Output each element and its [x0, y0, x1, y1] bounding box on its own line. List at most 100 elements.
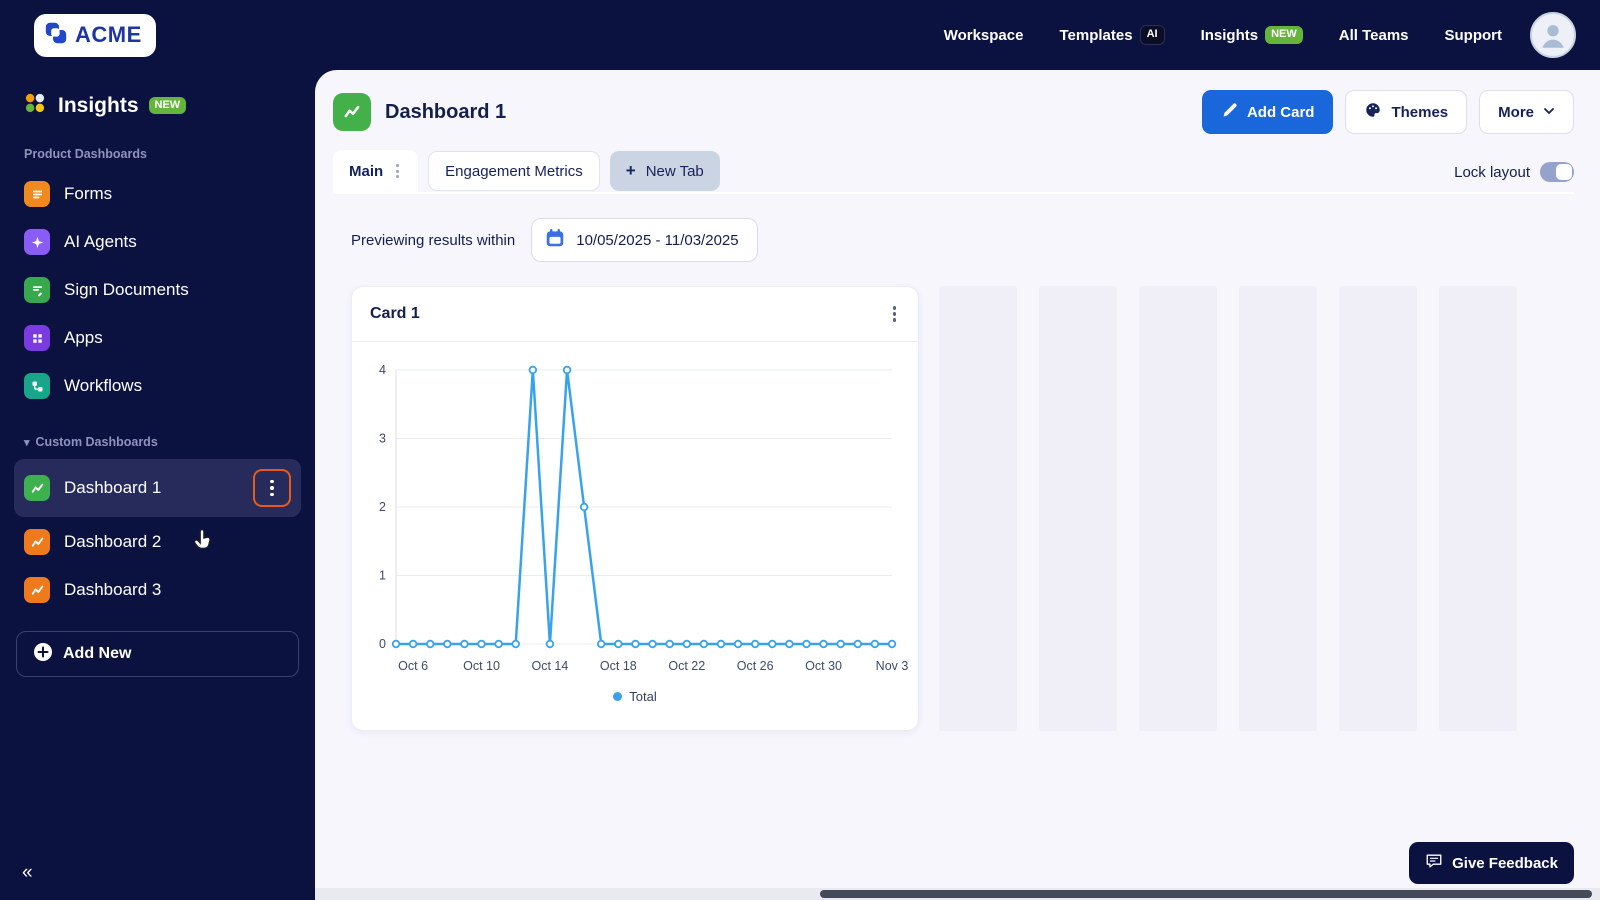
sidebar-item-label: Sign Documents: [64, 280, 189, 299]
grid-placeholder: [1439, 286, 1517, 731]
feedback-bubble-icon: [1425, 852, 1443, 874]
new-tab-button[interactable]: + New Tab: [609, 151, 720, 191]
more-button[interactable]: More: [1479, 90, 1574, 134]
insights-app-icon: [22, 90, 48, 121]
lock-layout-control: Lock layout: [1454, 162, 1574, 192]
sign-documents-icon: [24, 277, 50, 303]
svg-text:1: 1: [379, 568, 386, 582]
workflows-icon: [24, 373, 50, 399]
add-new-button[interactable]: Add New: [16, 631, 299, 677]
nav-templates[interactable]: Templates AI: [1059, 25, 1165, 45]
add-card-button[interactable]: Add Card: [1201, 90, 1334, 134]
sidebar-item-dashboard-3[interactable]: Dashboard 3: [14, 567, 301, 613]
svg-text:Oct 6: Oct 6: [398, 659, 428, 673]
chart-legend: Total: [352, 683, 918, 716]
sidebar-item-ai-agents[interactable]: AI Agents: [14, 219, 301, 265]
sidebar-item-sign-documents[interactable]: Sign Documents: [14, 267, 301, 313]
topbar: ACME Workspace Templates AI Insights NEW…: [0, 0, 1600, 70]
sidebar-item-dashboard-1[interactable]: Dashboard 1: [14, 459, 301, 517]
plus-circle-icon: [33, 642, 53, 667]
sidebar-item-label: Apps: [64, 328, 103, 347]
grid-placeholder: [1139, 286, 1217, 731]
palette-icon: [1364, 101, 1382, 123]
give-feedback-label: Give Feedback: [1452, 854, 1558, 872]
avatar[interactable]: [1530, 12, 1576, 58]
legend-label: Total: [629, 688, 657, 704]
sidebar-items: Forms AI Agents Sign Documents Apps Work…: [0, 171, 315, 409]
svg-text:4: 4: [379, 363, 386, 377]
preview-row: Previewing results within 10/05/2025 - 1…: [351, 218, 1600, 262]
tab-main[interactable]: Main: [333, 150, 419, 192]
page-title: Dashboard 1: [385, 100, 507, 123]
nav-all-teams[interactable]: All Teams: [1339, 27, 1409, 44]
sidebar-item-apps[interactable]: Apps: [14, 315, 301, 361]
top-nav: Workspace Templates AI Insights NEW All …: [944, 25, 1503, 45]
sidebar-item-label: Workflows: [64, 376, 143, 395]
section-custom-dashboards[interactable]: ▾ Custom Dashboards: [24, 435, 315, 449]
nav-workspace[interactable]: Workspace: [944, 27, 1024, 44]
themes-button[interactable]: Themes: [1345, 90, 1468, 134]
svg-text:Oct 26: Oct 26: [737, 659, 774, 673]
add-new-label: Add New: [63, 645, 132, 662]
horizontal-scrollbar[interactable]: [315, 888, 1600, 900]
sidebar-item-label: AI Agents: [64, 232, 137, 251]
date-range-value: 10/05/2025 - 11/03/2025: [576, 231, 739, 249]
sidebar-app-row: Insights NEW: [0, 70, 315, 121]
ai-badge: AI: [1139, 25, 1165, 45]
dashboard-title-icon: [333, 93, 371, 131]
header-buttons: Add Card Themes More: [1201, 90, 1574, 134]
forms-icon: [24, 181, 50, 207]
pen-icon: [1221, 102, 1238, 123]
nav-insights[interactable]: Insights NEW: [1200, 26, 1303, 44]
date-range-picker[interactable]: 10/05/2025 - 11/03/2025: [531, 218, 758, 262]
card-header: Card 1: [352, 287, 918, 342]
nav-label: Support: [1444, 26, 1503, 44]
sidebar-item-label: Dashboard 3: [64, 580, 162, 599]
sidebar-item-forms[interactable]: Forms: [14, 171, 301, 217]
svg-text:Oct 10: Oct 10: [463, 659, 500, 673]
tab-engagement-metrics[interactable]: Engagement Metrics: [428, 151, 600, 191]
sidebar-item-dashboard-2[interactable]: Dashboard 2: [14, 519, 301, 565]
dashboard-icon: [24, 577, 50, 603]
sidebar-app-title: Insights: [58, 93, 139, 117]
svg-text:Oct 30: Oct 30: [805, 659, 842, 673]
preview-label: Previewing results within: [351, 231, 516, 249]
svg-text:Oct 18: Oct 18: [600, 659, 637, 673]
horizontal-scrollbar-thumb[interactable]: [820, 890, 1592, 898]
person-icon: [1542, 25, 1564, 48]
ai-agents-icon: [24, 229, 50, 255]
card-title: Card 1: [370, 304, 420, 322]
grid-placeholder: [1039, 286, 1117, 731]
main-panel: Dashboard 1 Add Card Themes More Main En…: [315, 70, 1600, 900]
collapse-sidebar-icon[interactable]: «: [22, 862, 33, 884]
nav-label: Workspace: [943, 26, 1024, 44]
lock-layout-toggle[interactable]: [1540, 162, 1574, 182]
new-badge: NEW: [148, 96, 187, 115]
grid-placeholder: [1339, 286, 1417, 731]
card-kebab-icon[interactable]: [889, 302, 901, 326]
dashboard-header: Dashboard 1 Add Card Themes More: [315, 70, 1600, 134]
svg-text:Oct 14: Oct 14: [532, 659, 569, 673]
acme-logo[interactable]: ACME: [34, 13, 156, 57]
lock-layout-label: Lock layout: [1454, 163, 1530, 181]
nav-label: All Teams: [1338, 26, 1409, 44]
dashboard-kebab-button[interactable]: [253, 469, 291, 507]
nav-label: Insights: [1200, 26, 1259, 44]
apps-icon: [24, 325, 50, 351]
give-feedback-button[interactable]: Give Feedback: [1409, 842, 1574, 884]
dashboard-icon: [24, 475, 50, 501]
chevron-down-icon: [1543, 104, 1555, 121]
sidebar-item-label: Dashboard 1: [64, 478, 162, 497]
sidebar-item-label: Forms: [64, 184, 113, 203]
acme-logo-text: ACME: [75, 22, 142, 47]
grid-placeholder: [939, 286, 1017, 731]
svg-text:0: 0: [379, 637, 386, 651]
chevron-down-icon: ▾: [24, 436, 30, 449]
calendar-icon: [544, 227, 566, 253]
nav-support[interactable]: Support: [1445, 27, 1503, 44]
tab-kebab-icon[interactable]: [393, 161, 402, 181]
plus-icon: +: [625, 161, 636, 180]
sidebar-item-workflows[interactable]: Workflows: [14, 363, 301, 409]
acme-logo-icon: [44, 21, 68, 50]
grid-placeholders: [939, 286, 1517, 731]
